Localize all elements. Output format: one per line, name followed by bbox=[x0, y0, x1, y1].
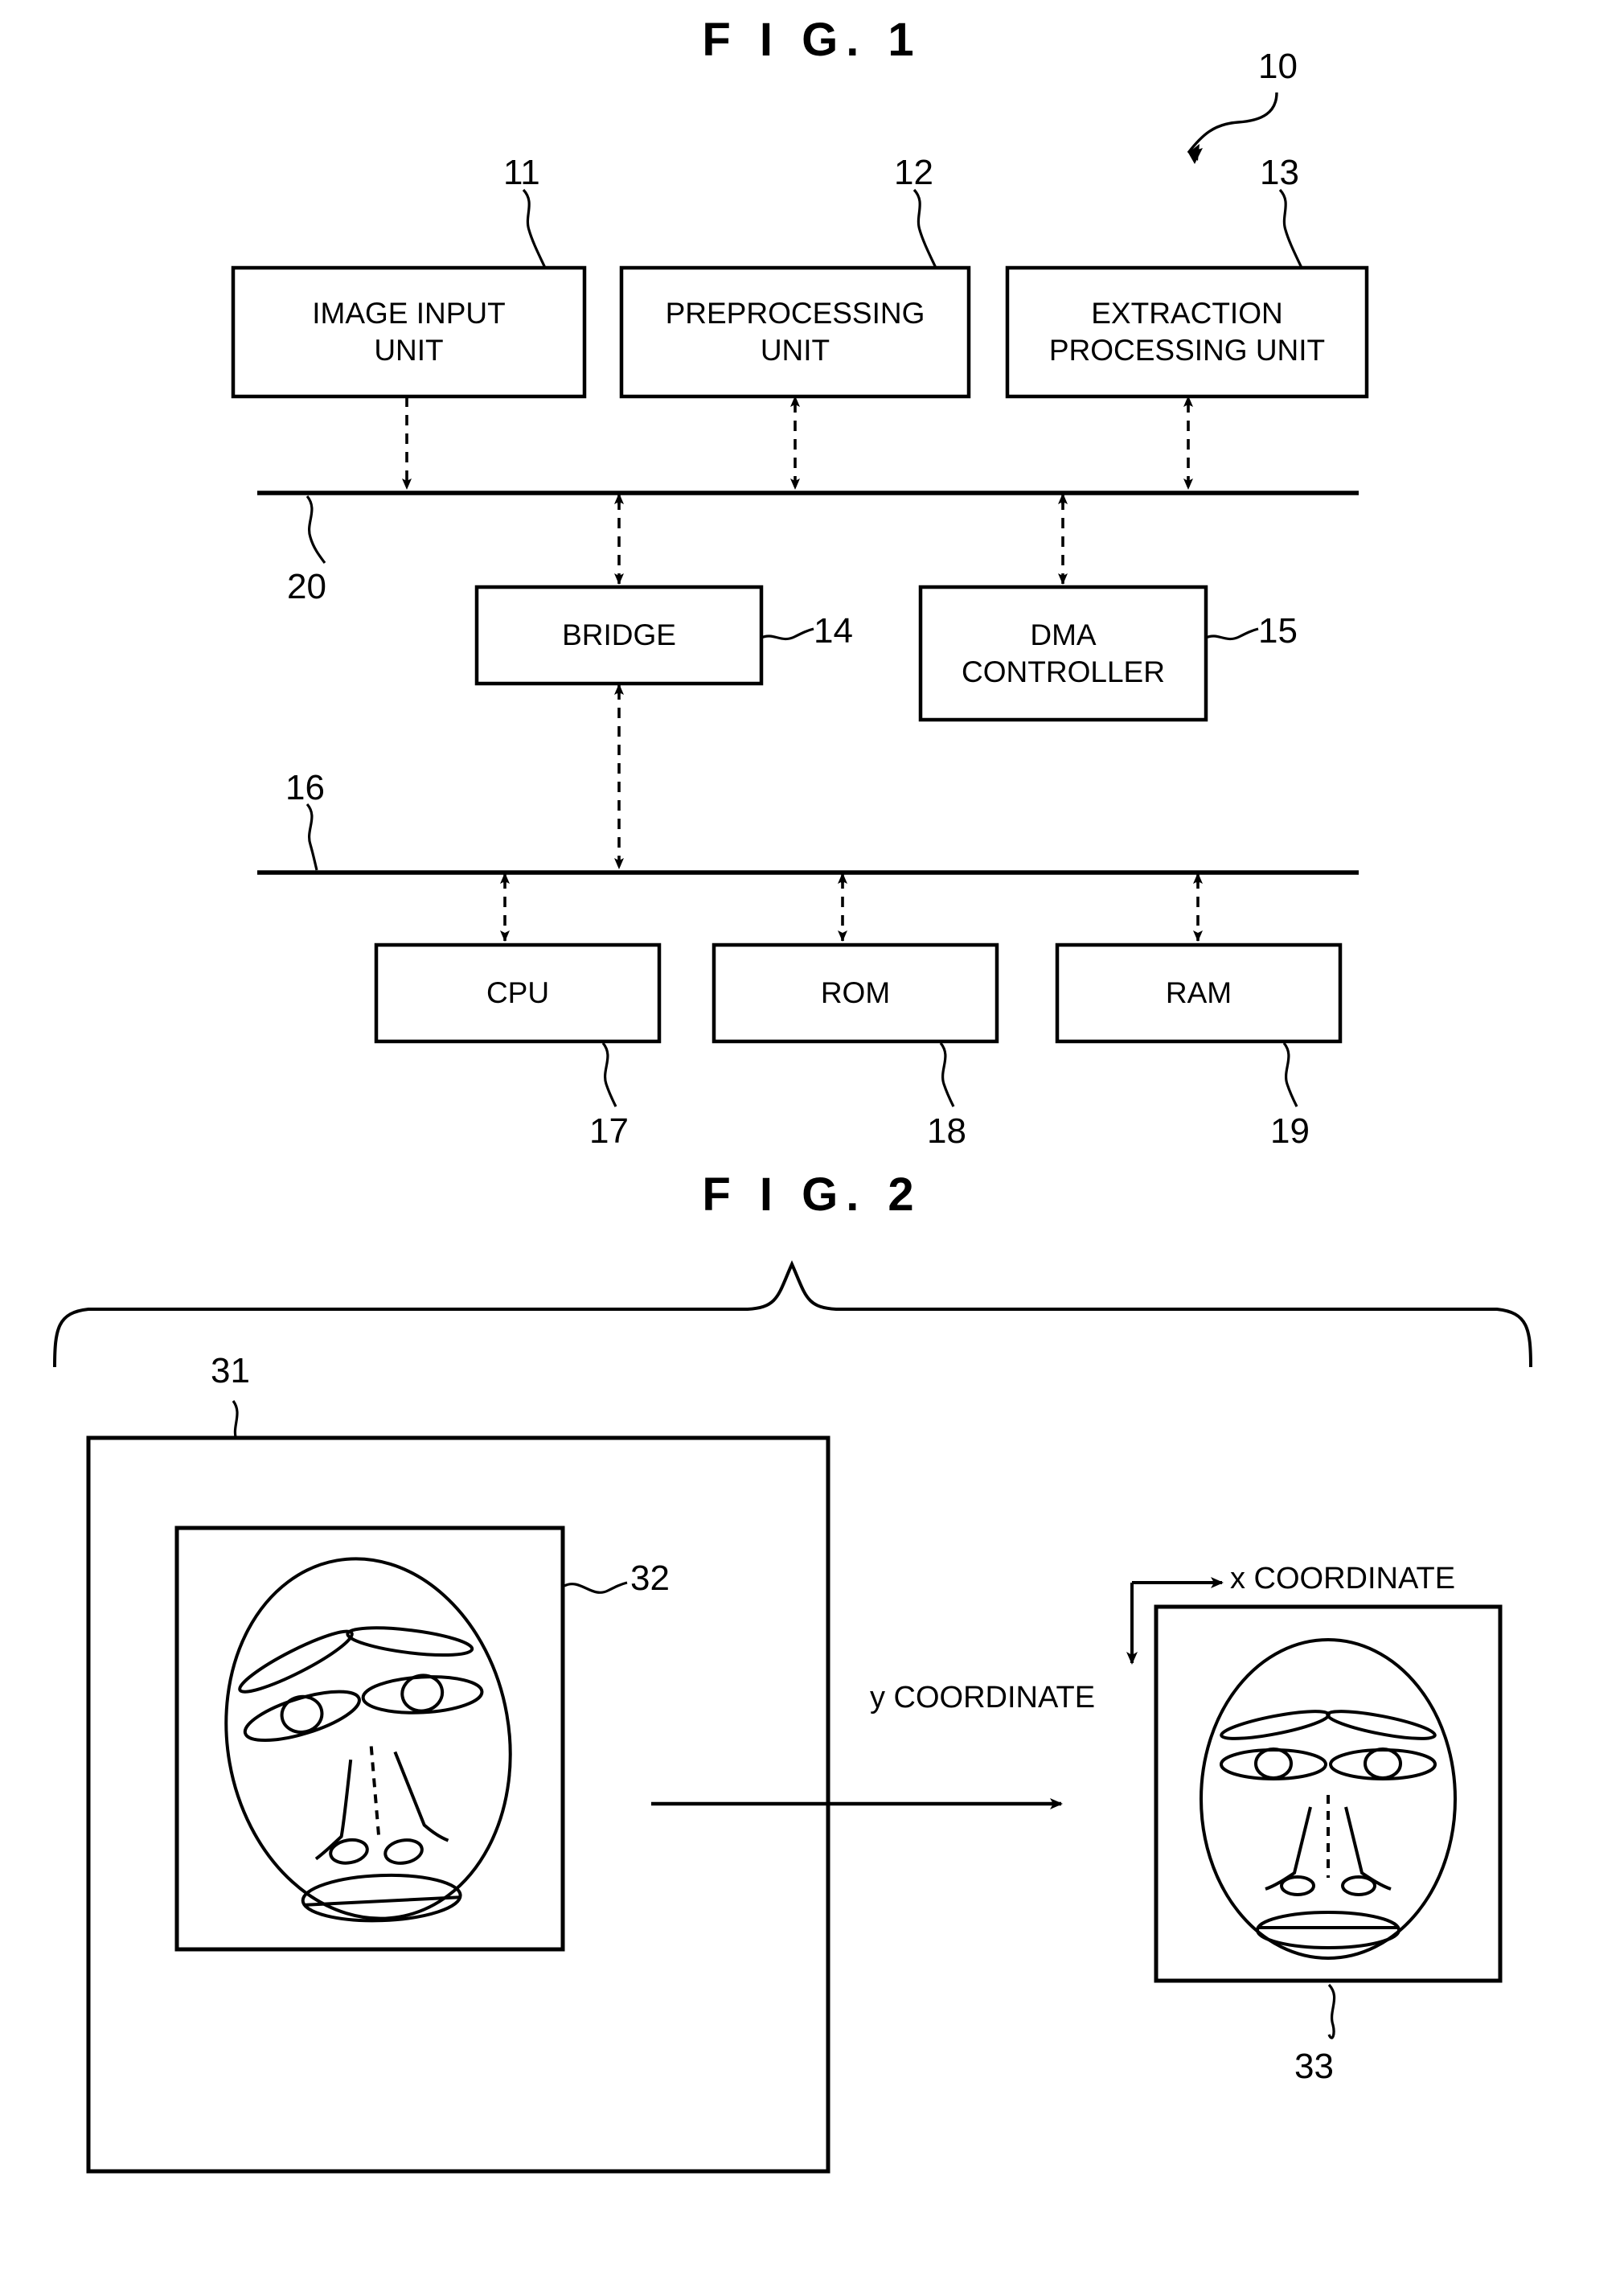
x-coordinate-label: x COORDINATE bbox=[1230, 1562, 1456, 1595]
fig2-vector-layer bbox=[53, 1260, 1532, 2174]
y-coordinate-label: y COORDINATE bbox=[870, 1681, 1096, 1715]
patent-figure-sheet: F I G. 1 IMAGE INPUT UNIT PREPROCESSING … bbox=[0, 0, 1624, 2271]
face-region-rect bbox=[174, 1526, 565, 1952]
ref-31-leader bbox=[232, 1400, 239, 1440]
ref-33-leader bbox=[1327, 1983, 1336, 2039]
fig2-brace bbox=[53, 1260, 1532, 1368]
normalized-face-rect bbox=[1154, 1604, 1503, 1983]
ref-label-32: 32 bbox=[630, 1558, 670, 1598]
ref-label-31: 31 bbox=[211, 1351, 250, 1390]
ref-label-33: 33 bbox=[1294, 2047, 1334, 2086]
